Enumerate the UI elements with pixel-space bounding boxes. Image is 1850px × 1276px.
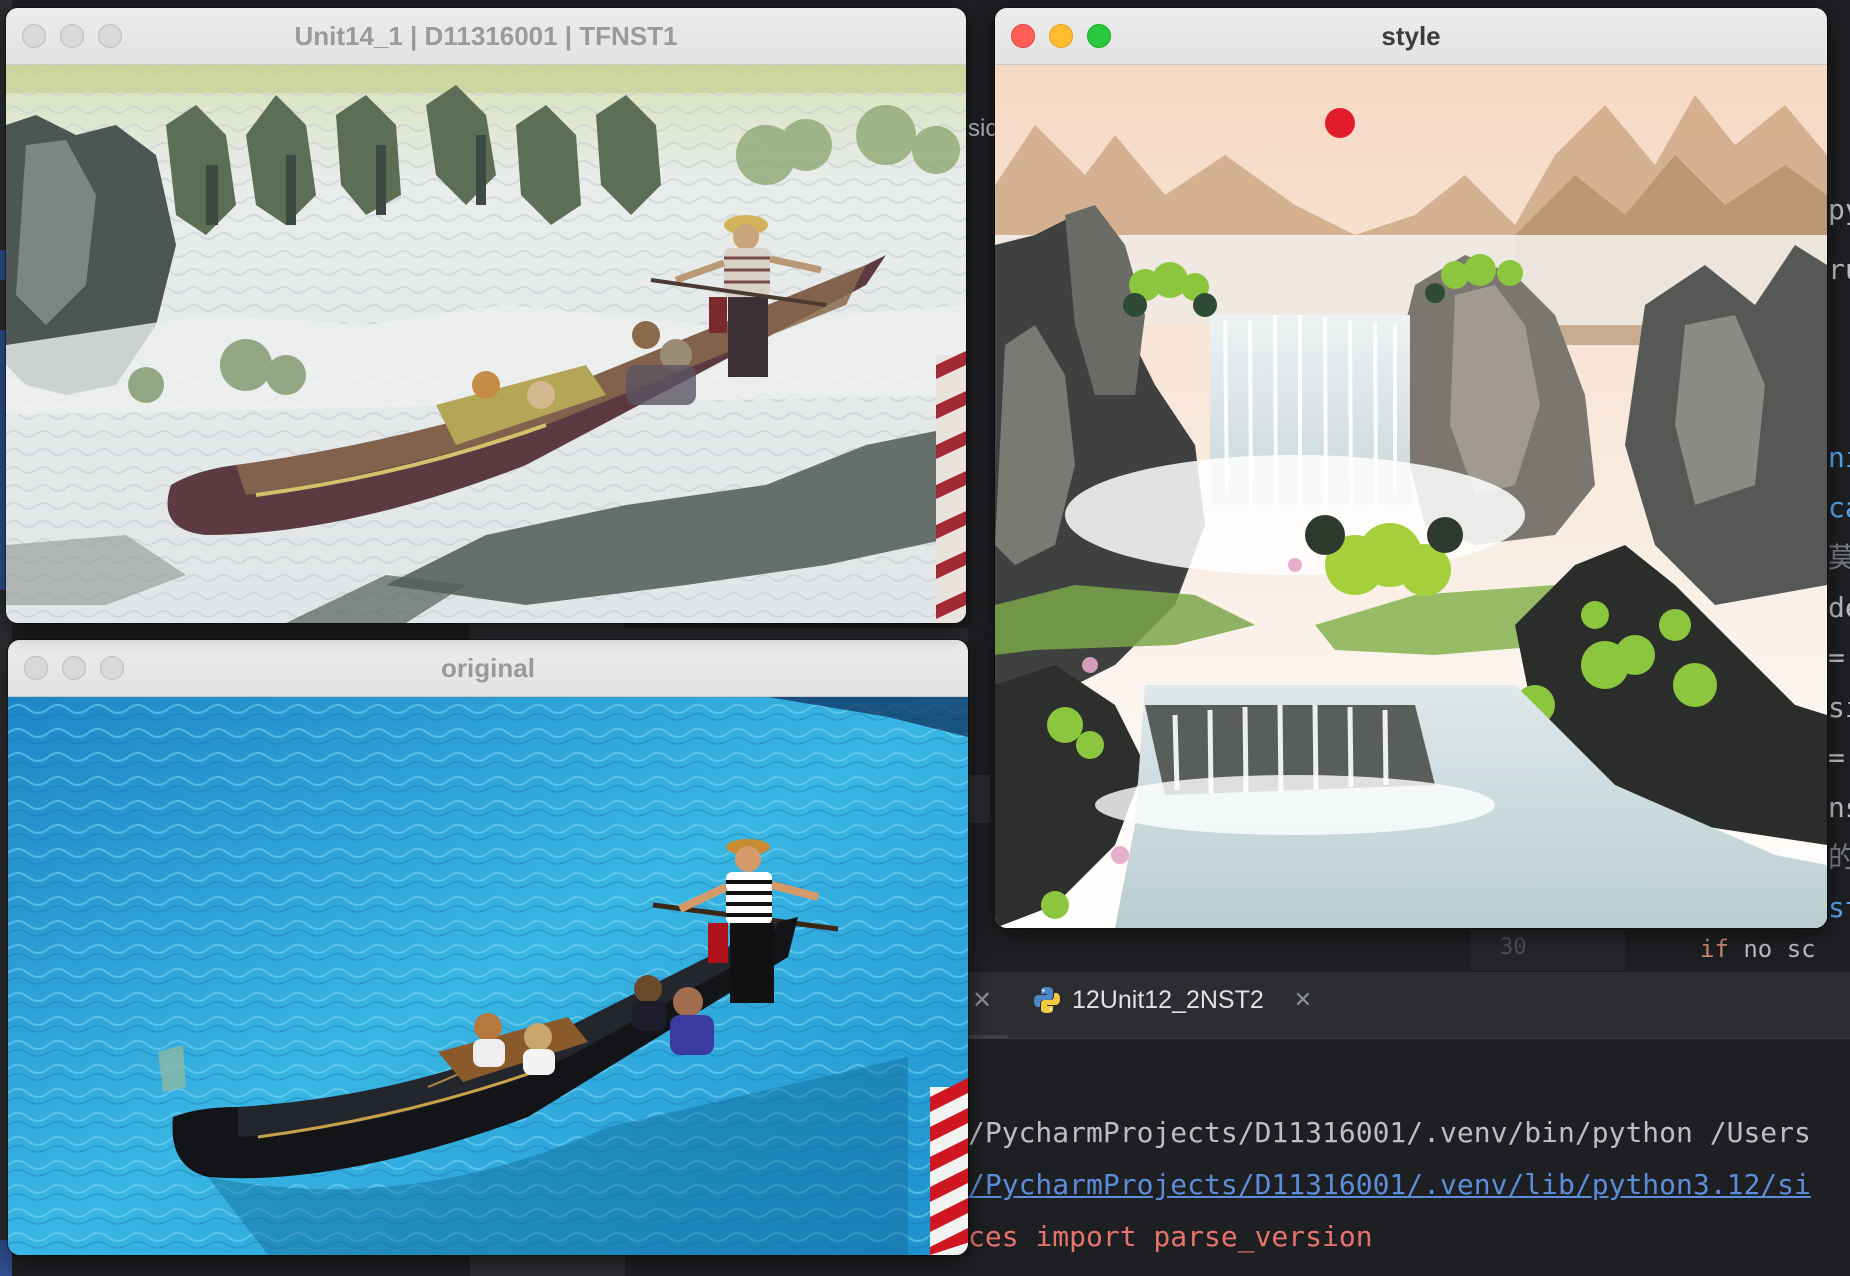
- code-fragment: si: [1828, 691, 1850, 724]
- console-line: /PycharmProjects/D11316001/.venv/bin/pyt…: [968, 1116, 1811, 1149]
- code-fragment: st: [1828, 891, 1850, 924]
- code-fragment: =: [1828, 641, 1845, 674]
- window-title: style: [1381, 21, 1441, 51]
- close-icon[interactable]: ✕: [1294, 987, 1312, 1013]
- code-fragment: ru: [1828, 253, 1850, 286]
- style-window[interactable]: style: [995, 8, 1827, 928]
- console-error-line: ces import parse_version: [968, 1220, 1373, 1253]
- code-line: if no sc: [1700, 935, 1816, 963]
- original-window[interactable]: original: [8, 640, 968, 1255]
- code-fragment: 的#: [1828, 841, 1850, 874]
- editor-scroll-strip: [968, 775, 990, 823]
- line-number: 30: [1500, 935, 1527, 960]
- editor-text-fragment: sic: [968, 115, 998, 142]
- console-link[interactable]: /PycharmProjects/D11316001/.venv/lib/pyt…: [968, 1168, 1811, 1201]
- code-fragment: ns: [1828, 791, 1850, 824]
- style-image: [995, 65, 1827, 928]
- code-fragment: de: [1828, 591, 1850, 624]
- python-icon: [1032, 985, 1062, 1015]
- stylized-image: [6, 65, 966, 623]
- code-fragment: =: [1828, 741, 1845, 774]
- window-titlebar[interactable]: original: [8, 640, 968, 697]
- code-fragment: 莫#: [1828, 541, 1850, 574]
- close-icon[interactable]: ✕: [972, 986, 992, 1015]
- window-titlebar[interactable]: style: [995, 8, 1827, 65]
- code-keyword: if: [1700, 935, 1729, 963]
- tab-12unit12-2nst2[interactable]: 12Unit12_2NST2 ✕: [1032, 980, 1312, 1020]
- window-titlebar[interactable]: Unit14_1 | D11316001 | TFNST1: [6, 8, 966, 65]
- run-console[interactable]: /PycharmProjects/D11316001/.venv/bin/pyt…: [968, 1040, 1850, 1276]
- tab-scroll-indicator: [968, 1035, 1008, 1039]
- code-rest: no sc: [1728, 935, 1816, 963]
- original-image: [8, 697, 968, 1255]
- code-fragment: ni: [1828, 441, 1850, 474]
- stylized-window[interactable]: Unit14_1 | D11316001 | TFNST1: [6, 8, 966, 623]
- code-fragment: py: [1828, 193, 1850, 226]
- window-title: Unit14_1 | D11316001 | TFNST1: [294, 21, 678, 51]
- tab-label: 12Unit12_2NST2: [1072, 985, 1264, 1014]
- code-fragment: ca: [1828, 491, 1850, 524]
- window-title: original: [441, 653, 535, 683]
